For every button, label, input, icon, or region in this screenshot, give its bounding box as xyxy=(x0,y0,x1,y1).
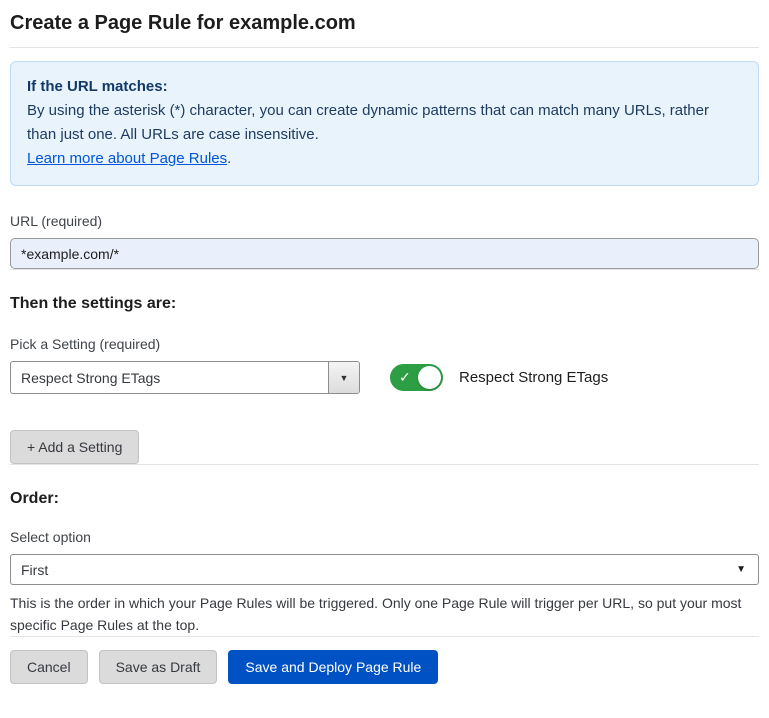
url-input[interactable] xyxy=(10,238,759,269)
divider-order xyxy=(10,464,759,465)
add-setting-button[interactable]: + Add a Setting xyxy=(10,430,139,464)
url-field-label: URL (required) xyxy=(10,213,759,229)
divider-settings xyxy=(10,269,759,270)
setting-row: Respect Strong ETags ▼ ✓ Respect Strong … xyxy=(10,361,759,394)
info-box-link-row: Learn more about Page Rules. xyxy=(27,147,742,171)
learn-more-link[interactable]: Learn more about Page Rules xyxy=(27,150,227,167)
setting-select[interactable]: Respect Strong ETags ▼ xyxy=(10,361,360,394)
save-as-draft-button[interactable]: Save as Draft xyxy=(99,650,218,684)
setting-toggle-wrap: ✓ Respect Strong ETags xyxy=(390,364,608,391)
chevron-down-icon: ▼ xyxy=(736,564,746,575)
link-period: . xyxy=(227,150,231,167)
toggle-knob xyxy=(418,366,441,389)
cancel-button[interactable]: Cancel xyxy=(10,650,88,684)
page-title: Create a Page Rule for example.com xyxy=(10,12,759,35)
check-icon: ✓ xyxy=(399,368,411,386)
footer-actions: Cancel Save as Draft Save and Deploy Pag… xyxy=(10,650,759,684)
divider-top xyxy=(10,47,759,48)
info-box-body: By using the asterisk (*) character, you… xyxy=(27,99,742,147)
order-heading: Order: xyxy=(10,490,759,508)
divider-footer xyxy=(10,636,759,637)
chevron-down-icon: ▼ xyxy=(340,373,349,383)
order-help-text: This is the order in which your Page Rul… xyxy=(10,593,759,636)
order-select-label: Select option xyxy=(10,529,759,545)
pick-setting-label: Pick a Setting (required) xyxy=(10,336,759,352)
setting-select-value: Respect Strong ETags xyxy=(11,362,328,393)
url-match-info-box: If the URL matches: By using the asteris… xyxy=(10,61,759,186)
order-select[interactable]: First ▼ xyxy=(10,554,759,585)
toggle-label: Respect Strong ETags xyxy=(459,369,608,386)
save-and-deploy-button[interactable]: Save and Deploy Page Rule xyxy=(228,650,438,684)
settings-heading: Then the settings are: xyxy=(10,295,759,313)
setting-select-arrow-button[interactable]: ▼ xyxy=(328,362,359,393)
etags-toggle[interactable]: ✓ xyxy=(390,364,443,391)
order-select-value: First xyxy=(21,562,736,578)
info-box-heading: If the URL matches: xyxy=(27,75,742,99)
